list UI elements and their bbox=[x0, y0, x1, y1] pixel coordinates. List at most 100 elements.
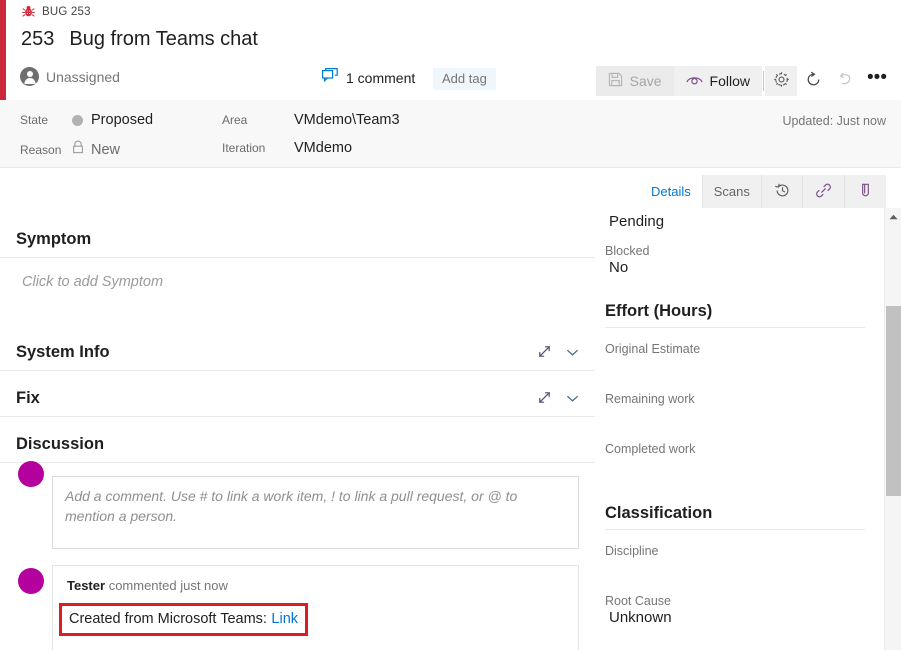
section-system-info-header[interactable]: System Info bbox=[0, 335, 595, 371]
work-item-title-row: 253 Bug from Teams chat bbox=[21, 28, 258, 51]
iteration-label: Iteration bbox=[222, 141, 294, 155]
section-fix-header[interactable]: Fix bbox=[0, 381, 595, 417]
scrollbar-thumb[interactable] bbox=[886, 306, 901, 496]
comment-item: Tester commented just now Created from M… bbox=[52, 565, 579, 650]
root-cause-label: Root Cause bbox=[605, 594, 865, 608]
work-item-info-row: Unassigned 1 comment Add tag bbox=[0, 64, 901, 98]
expand-system-info-button[interactable] bbox=[537, 344, 552, 362]
add-comment-placeholder: Add a comment. Use # to link a work item… bbox=[65, 488, 517, 524]
gear-icon bbox=[773, 71, 790, 91]
work-item-details-pane: Pending Blocked No Effort (Hours) Origin… bbox=[595, 208, 883, 650]
remaining-work-value[interactable] bbox=[605, 406, 865, 428]
undo-icon bbox=[837, 71, 854, 91]
chevron-down-icon bbox=[566, 391, 579, 406]
undo-button[interactable] bbox=[829, 66, 861, 96]
expand-diagonal-icon bbox=[537, 344, 552, 362]
system-info-tools bbox=[537, 344, 579, 362]
tab-scans-label: Scans bbox=[714, 184, 750, 199]
work-item-id: 253 bbox=[21, 28, 54, 51]
save-button[interactable]: Save bbox=[596, 66, 674, 96]
work-item-toolbar: Save Follow bbox=[596, 64, 893, 98]
avatar bbox=[18, 461, 44, 487]
more-actions-button[interactable]: ••• bbox=[861, 66, 893, 96]
add-comment-input[interactable]: Add a comment. Use # to link a work item… bbox=[52, 476, 579, 549]
area-label: Area bbox=[222, 113, 294, 127]
avatar bbox=[18, 568, 44, 594]
blocked-value[interactable]: No bbox=[605, 258, 865, 276]
blocked-label: Blocked bbox=[605, 244, 865, 258]
comment-count-label: 1 comment bbox=[346, 70, 415, 86]
classification-group-title: Classification bbox=[605, 504, 865, 530]
teams-link[interactable]: Link bbox=[271, 611, 298, 627]
expand-diagonal-icon bbox=[537, 390, 552, 408]
comment-author[interactable]: Tester bbox=[67, 578, 105, 593]
assigned-to-field[interactable]: Unassigned bbox=[20, 67, 120, 86]
completed-work-label: Completed work bbox=[605, 442, 865, 456]
work-item-title[interactable]: Bug from Teams chat bbox=[69, 28, 258, 51]
comment-timestamp: commented just now bbox=[109, 578, 228, 593]
collapse-fix-button[interactable] bbox=[566, 391, 579, 406]
discussion-title: Discussion bbox=[16, 435, 104, 454]
work-item-type: BUG 253 bbox=[22, 5, 91, 18]
iteration-field[interactable]: Iteration VMdemo bbox=[222, 140, 352, 156]
attachment-icon bbox=[857, 182, 874, 202]
original-estimate-label: Original Estimate bbox=[605, 342, 865, 356]
assigned-to-label: Unassigned bbox=[46, 69, 120, 85]
discipline-value[interactable] bbox=[605, 558, 865, 580]
details-pane-scrollbar[interactable] bbox=[884, 208, 901, 650]
root-cause-value[interactable]: Unknown bbox=[605, 608, 865, 626]
expand-fix-button[interactable] bbox=[537, 390, 552, 408]
section-symptom-header: Symptom bbox=[0, 222, 595, 258]
reason-label: Reason bbox=[20, 143, 72, 157]
area-field[interactable]: Area VMdemo\Team3 bbox=[222, 112, 400, 128]
eye-icon bbox=[686, 73, 703, 89]
follow-label: Follow bbox=[710, 73, 750, 89]
add-tag-button[interactable]: Add tag bbox=[433, 68, 496, 90]
state-field[interactable]: State Proposed bbox=[20, 112, 153, 128]
effort-group-title: Effort (Hours) bbox=[605, 302, 865, 328]
history-icon bbox=[774, 182, 791, 202]
work-item-page: BUG 253 253 Bug from Teams chat Unassign… bbox=[0, 0, 901, 650]
section-discussion-header: Discussion bbox=[0, 427, 595, 463]
person-avatar-icon bbox=[20, 67, 39, 86]
work-item-type-label: BUG 253 bbox=[42, 6, 91, 18]
state-dot-icon bbox=[72, 115, 83, 126]
save-label: Save bbox=[630, 73, 662, 89]
scroll-up-arrow-icon[interactable] bbox=[885, 210, 901, 224]
link-icon bbox=[815, 182, 832, 202]
original-estimate-value[interactable] bbox=[605, 356, 865, 378]
fix-title: Fix bbox=[16, 389, 40, 408]
tab-links[interactable] bbox=[803, 175, 844, 208]
tab-history[interactable] bbox=[762, 175, 803, 208]
bug-icon bbox=[22, 5, 35, 18]
chevron-down-icon bbox=[566, 345, 579, 360]
toolbar-divider bbox=[763, 71, 764, 91]
state-label: State bbox=[20, 113, 72, 127]
tab-details[interactable]: Details bbox=[640, 175, 703, 208]
pending-value: Pending bbox=[605, 212, 865, 230]
collapse-system-info-button[interactable] bbox=[566, 345, 579, 360]
area-value: VMdemo\Team3 bbox=[294, 112, 400, 128]
symptom-input[interactable]: Click to add Symptom bbox=[0, 258, 595, 290]
state-value: Proposed bbox=[91, 112, 153, 128]
remaining-work-label: Remaining work bbox=[605, 392, 865, 406]
fix-tools bbox=[537, 390, 579, 408]
refresh-icon bbox=[805, 71, 822, 91]
comment-meta: Tester commented just now bbox=[67, 578, 564, 593]
follow-button[interactable]: Follow bbox=[674, 66, 762, 96]
save-icon bbox=[608, 72, 623, 90]
completed-work-value[interactable] bbox=[605, 456, 865, 478]
settings-button[interactable] bbox=[765, 66, 797, 96]
tab-attachments[interactable] bbox=[845, 175, 886, 208]
iteration-value: VMdemo bbox=[294, 140, 352, 156]
comment-count-button[interactable]: 1 comment bbox=[322, 68, 415, 87]
comment-body: Created from Microsoft Teams: Link bbox=[67, 603, 564, 636]
work-item-header: BUG 253 253 Bug from Teams chat Unassign… bbox=[0, 0, 901, 100]
refresh-button[interactable] bbox=[797, 66, 829, 96]
reason-field[interactable]: Reason New bbox=[20, 140, 120, 159]
discipline-label: Discipline bbox=[605, 544, 865, 558]
details-tabstrip: Details Scans bbox=[640, 175, 886, 208]
work-item-fields-strip: State Proposed Reason New Area VMdemo\Te… bbox=[0, 100, 901, 168]
tab-scans[interactable]: Scans bbox=[703, 175, 762, 208]
highlight-annotation-box: Created from Microsoft Teams: Link bbox=[59, 603, 308, 636]
